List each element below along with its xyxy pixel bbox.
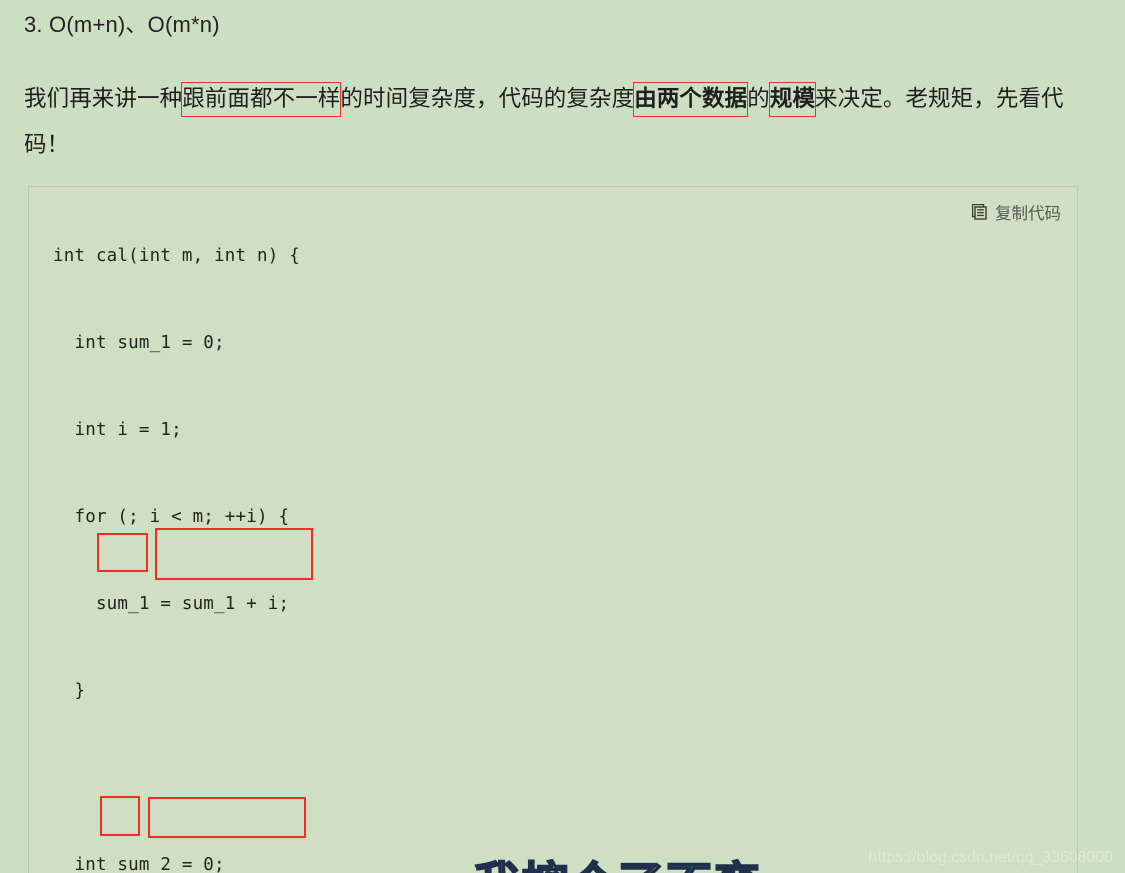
paragraph-segment-2: 的时间复杂度，代码的复杂度 [340, 86, 635, 111]
copy-documents-icon [971, 203, 989, 221]
overlay-caption-yellow: 我挖个了 [473, 858, 666, 873]
overlay-caption: 我挖个了不变 [473, 858, 762, 873]
page-title: 3. O(m+n)、O(m*n) [24, 12, 220, 37]
overlay-caption-blue: 不变 [665, 858, 762, 873]
paragraph-segment-1: 我们再来讲一种 [24, 86, 183, 111]
annotated-phrase-two-data: 由两个数据 [633, 82, 749, 117]
annotated-phrase-different-from-before: 跟前面都不一样 [181, 82, 342, 117]
paragraph-segment-3: 的 [747, 86, 770, 111]
intro-paragraph: 我们再来讲一种跟前面都不一样的时间复杂度，代码的复杂度由两个数据的规模来决定。老… [24, 76, 1066, 168]
code-content[interactable]: int cal(int m, int n) { int sum_1 = 0; i… [53, 235, 300, 873]
site-watermark: https://blog.csdn.net/qq_33608000 [868, 849, 1113, 866]
annotated-phrase-scale: 规模 [768, 82, 817, 117]
copy-code-label: 复制代码 [995, 205, 1061, 223]
article-page: 3. O(m+n)、O(m*n) 我们再来讲一种跟前面都不一样的时间复杂度，代码… [0, 0, 1125, 873]
copy-code-button[interactable]: 复制代码 [971, 200, 1061, 224]
code-block: 复制代码 int cal(int m, int n) { int sum_1 =… [28, 186, 1078, 873]
